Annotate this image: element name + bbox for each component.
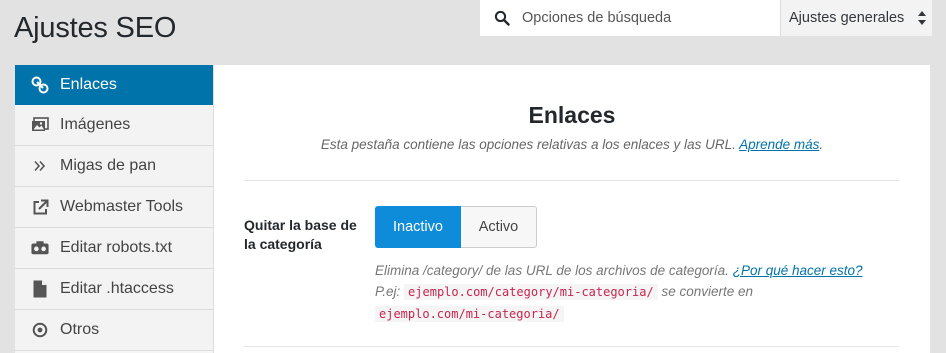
sidebar-item-label: Editar .htaccess — [60, 280, 174, 297]
sidebar-item-label: Webmaster Tools — [60, 198, 184, 215]
panel-intro-end: . — [819, 137, 824, 152]
divider — [244, 346, 899, 347]
settings-select-value: Ajustes generales — [789, 10, 905, 26]
settings-panel: Enlaces Esta pestaña contiene las opcion… — [214, 65, 930, 353]
external-link-icon — [31, 198, 49, 216]
sidebar-item-label: Editar robots.txt — [60, 239, 173, 256]
sidebar-item-label: Enlaces — [60, 75, 117, 93]
example-to-code: ejemplo.com/mi-categoria/ — [375, 306, 564, 322]
toggle-active-button[interactable]: Activo — [461, 206, 537, 248]
images-icon — [31, 116, 49, 134]
sidebar-item-editar-htaccess[interactable]: Editar .htaccess — [15, 269, 213, 310]
strip-category-base-toggle: Inactivo Activo — [375, 206, 537, 248]
example-from-code: ejemplo.com/category/mi-categoria/ — [404, 284, 658, 300]
why-do-this-link[interactable]: ¿Por qué hacer esto? — [733, 263, 863, 278]
sidebar-item-label: Migas de pan — [60, 157, 157, 174]
robot-icon — [31, 239, 49, 257]
sidebar-item-migas-de-pan[interactable]: Migas de pan — [15, 146, 213, 187]
sidebar-item-label: Imágenes — [60, 116, 131, 133]
page-title: Ajustes SEO — [14, 12, 177, 44]
sidebar-item-otros[interactable]: Otros — [15, 310, 213, 351]
settings-select[interactable]: Ajustes generales — [780, 0, 932, 36]
divider — [244, 180, 899, 181]
sidebar-item-label: Otros — [60, 321, 100, 338]
select-arrows-icon — [918, 11, 926, 25]
panel-title: Enlaces — [528, 102, 616, 128]
search-icon — [494, 10, 510, 26]
sidebar-item-imagenes[interactable]: Imágenes — [15, 105, 213, 146]
example-prefix: P.ej: — [375, 284, 401, 299]
settings-sidebar: Enlaces Imágenes Migas de pan Webmaster … — [15, 65, 214, 353]
search-input[interactable] — [522, 10, 772, 26]
learn-more-link[interactable]: Aprende más — [739, 137, 819, 152]
example-middle: se convierte en — [661, 284, 754, 299]
sidebar-item-webmaster-tools[interactable]: Webmaster Tools — [15, 187, 213, 228]
sidebar-item-editar-robots[interactable]: Editar robots.txt — [15, 228, 213, 269]
description-text: Elimina /category/ de las URL de los arc… — [375, 263, 729, 278]
toggle-inactive-button[interactable]: Inactivo — [375, 206, 461, 248]
sidebar-item-enlaces[interactable]: Enlaces — [15, 65, 213, 105]
panel-intro-text: Esta pestaña contiene las opciones relat… — [320, 137, 736, 152]
link-icon — [31, 76, 49, 94]
strip-category-base-label: Quitar la base de la categoría — [244, 217, 357, 252]
breadcrumb-chevrons-icon — [31, 157, 49, 175]
field-description: Elimina /category/ de las URL de los arc… — [375, 260, 915, 325]
panel-intro: Esta pestaña contiene las opciones relat… — [214, 137, 930, 152]
search-box[interactable] — [480, 0, 780, 36]
circle-dot-icon — [31, 321, 49, 339]
file-icon — [31, 280, 49, 298]
